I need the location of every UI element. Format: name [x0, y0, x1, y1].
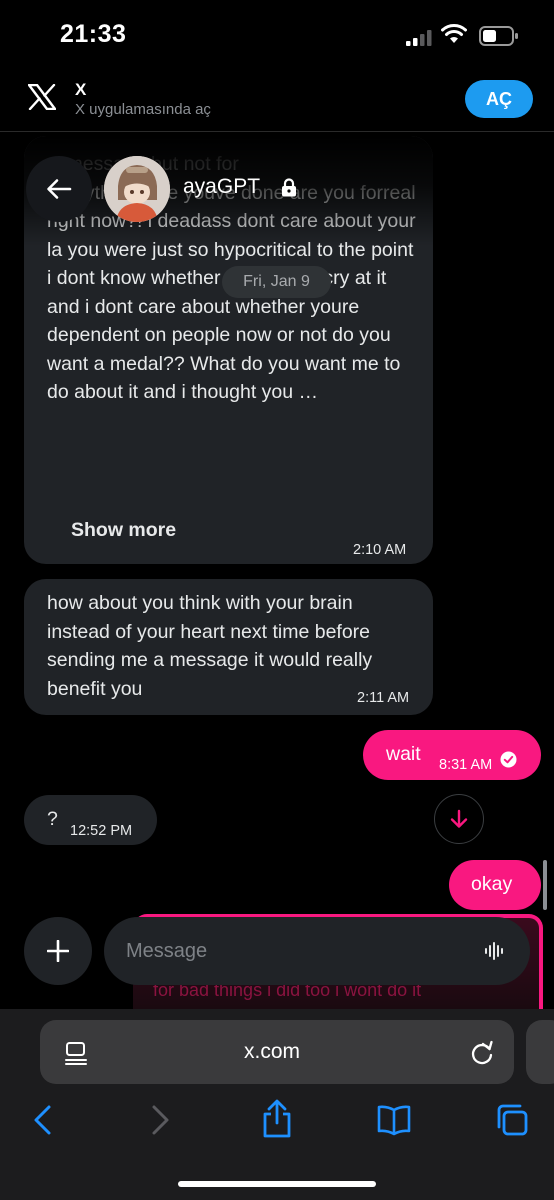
- scrollbar[interactable]: [543, 860, 547, 910]
- arrow-down-icon: [450, 809, 468, 828]
- bookmarks-icon[interactable]: [376, 1104, 412, 1136]
- message-time: 8:31 AM: [439, 757, 493, 773]
- date-separator: Fri, Jan 9: [222, 266, 331, 298]
- add-media-button[interactable]: [24, 917, 92, 985]
- message-text: okay: [471, 873, 513, 895]
- message-time: 2:11 AM: [357, 690, 410, 706]
- open-in-app-button[interactable]: AÇ: [465, 80, 533, 118]
- lock-icon: [282, 178, 296, 197]
- message-input[interactable]: [104, 917, 530, 985]
- plus-icon: [47, 940, 69, 962]
- message-time: 12:52 PM: [70, 823, 133, 839]
- message-bubble-incoming[interactable]: how about you think with your brain inst…: [24, 579, 433, 715]
- next-tab-peek[interactable]: [526, 1020, 554, 1084]
- page-menu-icon[interactable]: [64, 1041, 88, 1065]
- reload-icon[interactable]: [469, 1040, 495, 1066]
- status-time: 21:33: [60, 20, 127, 48]
- message-time: 2:10 AM: [353, 542, 407, 558]
- read-check-icon: [500, 751, 517, 768]
- avatar-image: [104, 156, 170, 222]
- message-bubble-outgoing[interactable]: wait 8:31 AM: [363, 730, 541, 780]
- show-more-link[interactable]: Show more: [71, 516, 176, 545]
- message-text: wait: [386, 743, 421, 765]
- back-button[interactable]: [26, 156, 92, 222]
- tabs-icon[interactable]: [495, 1103, 529, 1137]
- banner-subtitle: X uygulamasında aç: [75, 101, 211, 118]
- arrow-left-icon: [47, 179, 72, 199]
- url-text[interactable]: x.com: [244, 1040, 300, 1064]
- share-icon[interactable]: [260, 1099, 294, 1139]
- banner-divider: [0, 131, 554, 132]
- message-bubble-incoming[interactable]: ? 12:52 PM: [24, 795, 157, 845]
- back-nav-icon[interactable]: [31, 1104, 53, 1136]
- chat-title[interactable]: ayaGPT: [183, 175, 260, 199]
- message-bubble-outgoing[interactable]: okay: [449, 860, 541, 910]
- scroll-to-bottom-button[interactable]: [434, 794, 484, 844]
- wifi-icon: [441, 24, 467, 43]
- x-logo-icon: [28, 84, 56, 110]
- avatar[interactable]: [104, 156, 170, 222]
- signal-icon: [406, 30, 432, 46]
- battery-icon: [479, 26, 518, 46]
- message-text: ?: [47, 808, 58, 830]
- forward-nav-icon[interactable]: [150, 1104, 172, 1136]
- voice-message-icon[interactable]: [484, 940, 506, 962]
- home-indicator: [178, 1181, 376, 1187]
- banner-app-name: X: [75, 80, 87, 99]
